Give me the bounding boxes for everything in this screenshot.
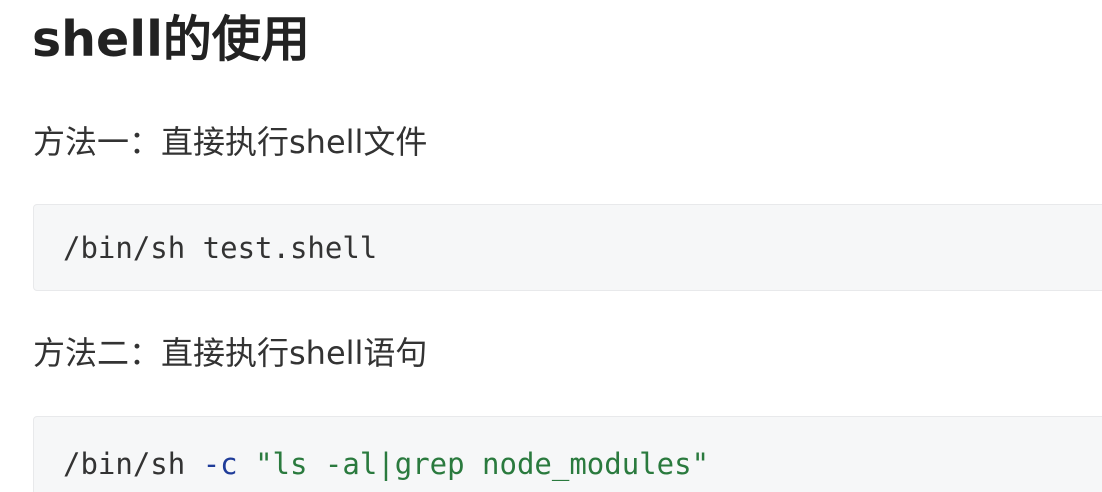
method-one-heading: 方法一：直接执行shell文件 bbox=[33, 123, 428, 161]
code-string: "ls -al|grep node_modules" bbox=[255, 447, 710, 481]
method-two-heading: 方法二：直接执行shell语句 bbox=[33, 334, 428, 372]
code-flag: -c bbox=[202, 447, 238, 481]
code-block-method-two: /bin/sh -c "ls -al|grep node_modules" bbox=[33, 416, 1102, 492]
page-title: shell的使用 bbox=[32, 11, 310, 68]
code-line-run-shell-file: /bin/sh test.shell bbox=[63, 231, 378, 265]
code-block-method-one: /bin/sh test.shell bbox=[33, 204, 1102, 291]
code-command: /bin/sh bbox=[63, 447, 203, 481]
